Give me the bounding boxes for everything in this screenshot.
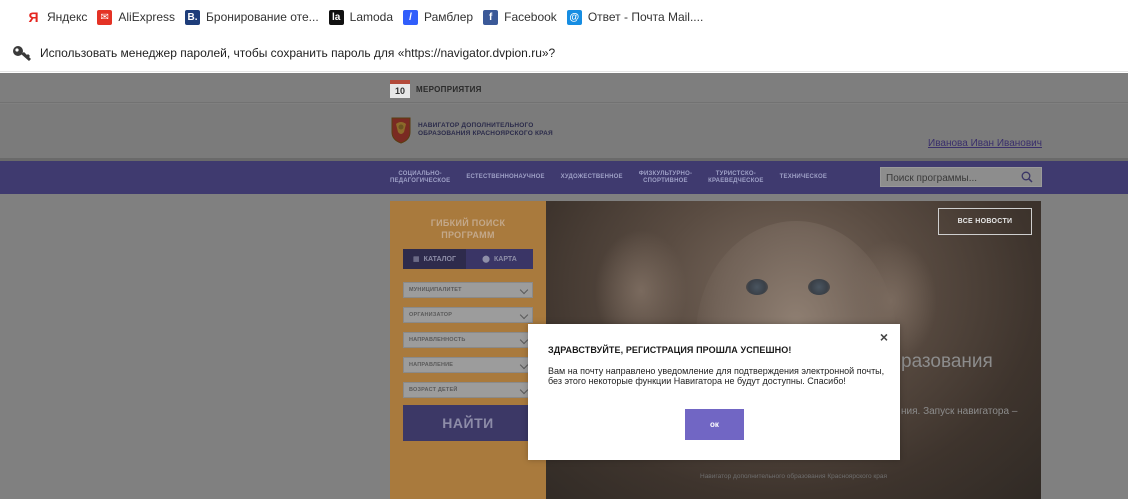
nav-item-2[interactable]: ХУДОЖЕСТВЕННОЕ bbox=[561, 174, 623, 181]
search-panel-title: ГИБКИЙ ПОИСК ПРОГРАММ bbox=[390, 217, 546, 241]
site-header: НАВИГАТОР ДОПОЛНИТЕЛЬНОГО ОБРАЗОВАНИЯ КР… bbox=[0, 104, 1128, 158]
grid-icon: ▦ bbox=[413, 256, 420, 263]
nav-item-line-1: ХУДОЖЕСТВЕННОЕ bbox=[560, 174, 623, 180]
banner-title: разования bbox=[901, 351, 993, 372]
bookmark-rambler[interactable]: / Рамблер bbox=[403, 9, 474, 25]
all-news-button[interactable]: ВСЕ НОВОСТИ bbox=[938, 208, 1032, 235]
tab-catalog[interactable]: ▦ КАТАЛОГ bbox=[403, 249, 466, 269]
filter-dropdown[interactable]: НАПРАВЛЕНИЕ bbox=[403, 357, 533, 373]
banner-photo-eye-left bbox=[746, 279, 768, 295]
bookmark-label: Бронирование оте... bbox=[206, 10, 319, 24]
aliexpress-icon: ✉ bbox=[97, 9, 113, 25]
events-link[interactable]: 10 МЕРОПРИЯТИЯ bbox=[390, 80, 482, 98]
bookmark-facebook[interactable]: f Facebook bbox=[483, 9, 557, 25]
events-label: МЕРОПРИЯТИЯ bbox=[416, 84, 482, 94]
password-manager-text[interactable]: Использовать менеджер паролей, чтобы сох… bbox=[40, 46, 555, 60]
nav-item-line-1: ФИЗКУЛЬТУРНО- bbox=[638, 170, 693, 177]
nav-item-1[interactable]: ЕСТЕСТВЕННОНАУЧНОЕ bbox=[466, 174, 544, 181]
search-box bbox=[880, 167, 1042, 188]
banner-caption: Навигатор дополнительного образования Кр… bbox=[700, 473, 887, 480]
chevron-down-icon bbox=[519, 285, 529, 295]
bookmarks-bar: Я Яндекс ✉ AliExpress B. Бронирование оте... l… bbox=[0, 0, 1128, 34]
booking-icon: B. bbox=[185, 9, 201, 25]
nav-item-3[interactable]: ФИЗКУЛЬТУРНО- СПОРТИВНОЕ bbox=[639, 171, 692, 185]
calendar-icon: 10 bbox=[390, 80, 410, 98]
search-input[interactable] bbox=[881, 169, 1016, 188]
site-logo[interactable]: НАВИГАТОР ДОПОЛНИТЕЛЬНОГО ОБРАЗОВАНИЯ КР… bbox=[390, 116, 553, 144]
bookmark-booking[interactable]: B. Бронирование оте... bbox=[185, 9, 319, 25]
logo-text: НАВИГАТОР ДОПОЛНИТЕЛЬНОГО ОБРАЗОВАНИЯ КР… bbox=[418, 122, 553, 138]
category-nav: СОЦИАЛЬНО- ПЕДАГОГИЧЕСКОЕ ЕСТЕСТВЕННОНАУЧН… bbox=[0, 158, 1128, 194]
coat-of-arms-icon bbox=[391, 117, 411, 144]
flexible-search-panel: ГИБКИЙ ПОИСК ПРОГРАММ ▦ КАТАЛОГ ⬤ КАРТА … bbox=[390, 201, 546, 499]
rambler-icon: / bbox=[403, 9, 419, 25]
user-profile-link[interactable]: Иванова Иван Иванович bbox=[928, 138, 1042, 149]
mail-icon: @ bbox=[566, 9, 582, 25]
chevron-down-icon bbox=[519, 310, 529, 320]
banner-subtitle: ния. Запуск навигатора – bbox=[901, 406, 1018, 417]
close-icon[interactable]: × bbox=[880, 329, 888, 345]
logo-line-2: ОБРАЗОВАНИЯ КРАСНОЯРСКОГО КРАЯ bbox=[418, 130, 553, 137]
bookmark-label: Рамблер bbox=[424, 10, 474, 24]
nav-item-line-1: ЕСТЕСТВЕННОНАУЧНОЕ bbox=[466, 174, 545, 180]
nav-item-line-1: СОЦИАЛЬНО- bbox=[398, 170, 442, 177]
bookmark-aliexpress[interactable]: ✉ AliExpress bbox=[97, 9, 176, 25]
tab-map[interactable]: ⬤ КАРТА bbox=[466, 249, 533, 269]
password-manager-bar: Использовать менеджер паролей, чтобы сох… bbox=[0, 34, 1128, 72]
chevron-down-icon bbox=[519, 385, 529, 395]
registration-success-dialog: × ЗДРАВСТВУЙТЕ, РЕГИСТРАЦИЯ ПРОШЛА УСПЕШ… bbox=[528, 324, 900, 460]
bookmark-mail[interactable]: @ Ответ - Почта Mail.... bbox=[566, 9, 704, 25]
chevron-down-icon bbox=[519, 360, 529, 370]
nav-item-line-1: ТУРИСТСКО- bbox=[715, 170, 756, 177]
nav-item-4[interactable]: ТУРИСТСКО- КРАЕВЕДЧЕСКОЕ bbox=[708, 171, 763, 185]
nav-item-line-2: ПЕДАГОГИЧЕСКОЕ bbox=[390, 177, 451, 184]
bookmark-label: Facebook bbox=[504, 10, 557, 24]
events-strip: 10 МЕРОПРИЯТИЯ bbox=[0, 73, 1128, 103]
filter-dropdown[interactable]: НАПРАВЛЕННОСТЬ bbox=[403, 332, 533, 348]
chevron-down-icon bbox=[519, 335, 529, 345]
tab-catalog-label: КАТАЛОГ bbox=[423, 255, 456, 263]
filter-label: НАПРАВЛЕНИЕ bbox=[409, 362, 454, 368]
bookmark-label: Ответ - Почта Mail.... bbox=[587, 10, 704, 24]
bookmark-label: AliExpress bbox=[118, 10, 176, 24]
nav-item-line-2: КРАЕВЕДЧЕСКОЕ bbox=[708, 177, 764, 184]
search-icon[interactable] bbox=[1021, 171, 1033, 183]
dialog-title: ЗДРАВСТВУЙТЕ, РЕГИСТРАЦИЯ ПРОШЛА УСПЕШНО… bbox=[548, 345, 792, 355]
filter-dropdown[interactable]: МУНИЦИПАЛИТЕТ bbox=[403, 282, 533, 298]
nav-item-line-2: СПОРТИВНОЕ bbox=[643, 177, 688, 184]
bookmark-label: Lamoda bbox=[349, 10, 394, 24]
search-panel-title-line-2: ПРОГРАММ bbox=[441, 230, 495, 240]
key-icon bbox=[13, 45, 31, 61]
filter-label: НАПРАВЛЕННОСТЬ bbox=[409, 337, 466, 343]
search-panel-title-line-1: ГИБКИЙ ПОИСК bbox=[430, 218, 506, 228]
find-button[interactable]: НАЙТИ bbox=[403, 405, 533, 441]
lamoda-icon: la bbox=[328, 9, 344, 25]
nav-item-line-1: ТЕХНИЧЕСКОЕ bbox=[779, 174, 828, 180]
bookmark-label: Яндекс bbox=[47, 10, 88, 24]
yandex-icon: Я bbox=[28, 9, 39, 25]
nav-items: СОЦИАЛЬНО- ПЕДАГОГИЧЕСКОЕ ЕСТЕСТВЕННОНАУЧН… bbox=[390, 161, 843, 194]
banner-photo-eye-right bbox=[808, 279, 830, 295]
filter-dropdown[interactable]: ВОЗРАСТ ДЕТЕЙ bbox=[403, 382, 533, 398]
facebook-icon: f bbox=[483, 9, 499, 25]
filter-dropdown[interactable]: ОРГАНИЗАТОР bbox=[403, 307, 533, 323]
filter-label: ВОЗРАСТ ДЕТЕЙ bbox=[409, 387, 458, 393]
filter-label: МУНИЦИПАЛИТЕТ bbox=[409, 287, 462, 293]
tab-map-label: КАРТА bbox=[494, 255, 517, 263]
nav-item-5[interactable]: ТЕХНИЧЕСКОЕ bbox=[780, 174, 827, 181]
dialog-message: Вам на почту направлено уведомление для … bbox=[548, 366, 885, 386]
bookmark-lamoda[interactable]: la Lamoda bbox=[328, 9, 394, 25]
logo-line-1: НАВИГАТОР ДОПОЛНИТЕЛЬНОГО bbox=[418, 122, 534, 129]
bookmark-yandex[interactable]: Я Яндекс bbox=[26, 9, 88, 25]
nav-item-0[interactable]: СОЦИАЛЬНО- ПЕДАГОГИЧЕСКОЕ bbox=[390, 171, 450, 185]
ok-button[interactable]: ок bbox=[685, 409, 744, 440]
map-pin-icon: ⬤ bbox=[482, 256, 491, 263]
filter-label: ОРГАНИЗАТОР bbox=[409, 312, 453, 318]
